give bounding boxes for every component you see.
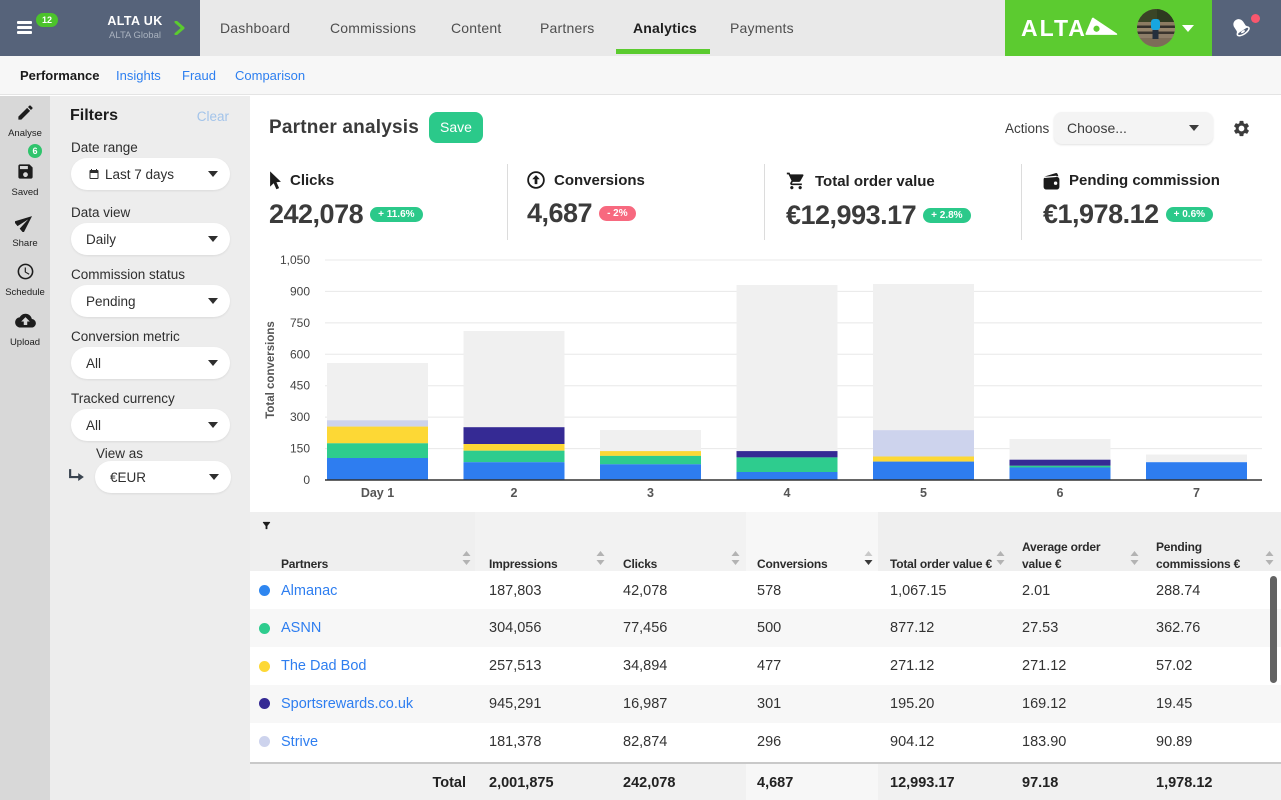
svg-text:750: 750	[290, 316, 310, 330]
svg-text:5: 5	[920, 486, 927, 500]
svg-text:Day 1: Day 1	[361, 486, 394, 500]
svg-text:Total conversions: Total conversions	[265, 321, 277, 419]
svg-text:900: 900	[290, 284, 310, 298]
svg-text:600: 600	[290, 347, 310, 361]
svg-text:0: 0	[303, 473, 310, 487]
svg-text:150: 150	[290, 442, 310, 456]
svg-text:6: 6	[1057, 486, 1064, 500]
svg-text:1,050: 1,050	[280, 253, 310, 267]
svg-text:450: 450	[290, 379, 310, 393]
svg-text:2: 2	[511, 486, 518, 500]
svg-text:3: 3	[647, 486, 654, 500]
svg-text:4: 4	[784, 486, 791, 500]
svg-text:300: 300	[290, 410, 310, 424]
svg-text:7: 7	[1193, 486, 1200, 500]
